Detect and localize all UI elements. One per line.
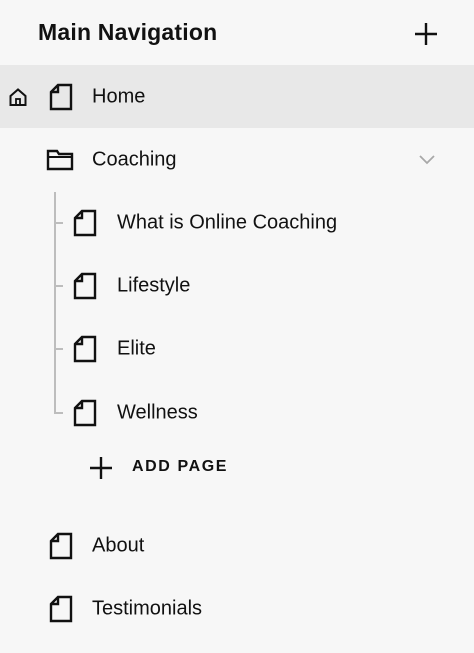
nav-item-home[interactable]: Home xyxy=(0,65,474,128)
nav-folder-coaching[interactable]: Coaching xyxy=(0,128,474,191)
page-icon xyxy=(49,532,73,560)
nav-item-lifestyle[interactable]: Lifestyle xyxy=(0,254,474,317)
nav-item-label: What is Online Coaching xyxy=(117,211,338,233)
page-icon xyxy=(49,83,73,111)
nav-item-wellness[interactable]: Wellness xyxy=(0,381,474,444)
chevron-down-icon[interactable] xyxy=(418,154,436,166)
page-icon xyxy=(73,399,97,427)
add-navigation-item-button[interactable] xyxy=(412,20,440,48)
page-icon xyxy=(73,335,97,363)
nav-item-label: Elite xyxy=(117,337,156,359)
plus-icon xyxy=(415,23,437,45)
nav-item-label: Coaching xyxy=(92,148,177,170)
add-page-label: ADD PAGE xyxy=(132,458,229,475)
nav-item-label: Home xyxy=(92,85,146,107)
nav-item-elite[interactable]: Elite xyxy=(0,317,474,380)
nav-item-label: Wellness xyxy=(117,401,198,423)
nav-item-what-is-online-coaching[interactable]: What is Online Coaching xyxy=(0,191,474,254)
page-icon xyxy=(73,272,97,300)
page-icon xyxy=(49,595,73,623)
nav-item-label: Testimonials xyxy=(92,597,203,619)
add-page-button[interactable]: ADD PAGE xyxy=(86,451,246,483)
nav-item-testimonials[interactable]: Testimonials xyxy=(0,577,474,640)
nav-item-label: About xyxy=(92,534,145,556)
page-icon xyxy=(73,209,97,237)
folder-icon xyxy=(46,149,74,171)
plus-icon xyxy=(90,457,112,479)
panel-title: Main Navigation xyxy=(38,19,218,45)
navigation-header: Main Navigation xyxy=(0,0,474,66)
nav-item-label: Lifestyle xyxy=(117,274,191,296)
home-icon[interactable] xyxy=(8,87,28,107)
nav-item-about[interactable]: About xyxy=(0,514,474,577)
